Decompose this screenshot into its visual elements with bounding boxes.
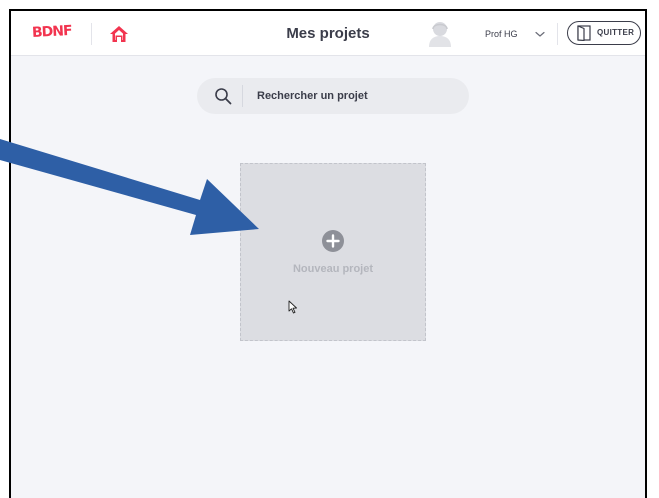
divider (242, 85, 243, 107)
chevron-down-icon[interactable] (534, 28, 546, 40)
user-avatar-icon[interactable] (427, 20, 453, 48)
door-exit-icon (577, 25, 591, 41)
app-window: BDNF Mes projets Prof HG QUITTER Recherc… (9, 9, 647, 498)
quit-button[interactable]: QUITTER (567, 21, 641, 45)
new-project-label: Nouveau projet (292, 263, 374, 275)
user-name[interactable]: Prof HG (485, 29, 518, 39)
new-project-card[interactable]: Nouveau projet (240, 163, 426, 341)
search-icon[interactable] (214, 87, 232, 105)
mouse-pointer-icon (288, 300, 297, 314)
divider (557, 23, 558, 45)
quit-label: QUITTER (597, 28, 635, 37)
search-bar[interactable] (197, 78, 469, 114)
plus-circle-icon (322, 230, 344, 252)
page-title: Mes projets (286, 25, 370, 42)
top-bar: BDNF Mes projets Prof HG QUITTER (11, 11, 645, 56)
search-input[interactable] (257, 87, 457, 105)
